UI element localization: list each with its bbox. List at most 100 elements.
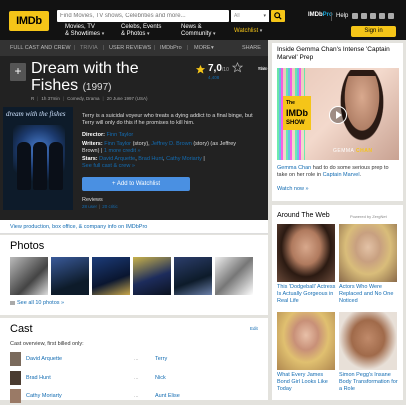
actor-photo[interactable] [10,389,21,403]
critic-reviews-link[interactable]: 20 critic [102,204,118,209]
search-box[interactable] [57,10,229,22]
twitter-icon[interactable] [388,13,394,19]
movie-poster[interactable]: dream with the fishes [3,107,73,210]
subnav-trivia[interactable]: TRIVIA [80,45,98,51]
promo-movie-link[interactable]: Captain Marvel [323,172,360,178]
star-outline-icon [232,62,243,73]
rating-value: 7,0 [208,63,222,74]
menu-movies-line2: & Showtimes [65,31,101,37]
photo-thumbnail[interactable] [133,257,171,295]
genres[interactable]: Comedy, Drama [67,96,99,101]
writers-row: Writers: Finn Taylor (story), Jeffrey D.… [82,141,264,155]
twitch-icon[interactable] [379,13,385,19]
full-cast-link[interactable]: See full cast & crew » [82,163,135,169]
ad-caption[interactable]: Simon Pegg's Insane Body Transformation … [339,372,399,393]
play-icon[interactable] [329,106,347,124]
table-row: Brad Hunt ... Nick [10,369,260,387]
more-credits-link[interactable]: 1 more credit » [104,148,141,154]
promo-video-thumbnail[interactable]: The IMDb SHOW GEMMA CHAN [277,68,399,160]
ad-thumbnail[interactable] [277,312,335,370]
menu-movies-tv[interactable]: Movies, TV & Showtimes ▾ [65,24,104,38]
facebook-icon[interactable] [361,13,367,19]
photo-thumbnail[interactable] [51,257,89,295]
search-button[interactable] [271,10,285,22]
director-row: Director: Finn Taylor [82,132,264,139]
cast-ellipsis: ... [134,393,139,399]
star-link[interactable]: David Arquette [99,156,135,162]
menu-celebs[interactable]: Celebs, Events & Photos ▾ [121,24,161,38]
photo-thumbnail[interactable] [10,257,48,295]
plus-icon: + [14,64,22,78]
menu-news[interactable]: News & Community ▾ [181,24,216,38]
promo-person-link[interactable]: Gemma Chan [277,165,311,171]
cast-ellipsis: ... [134,356,139,362]
rating-max: /10 [221,67,229,73]
movie-year[interactable]: (1997) [83,82,112,93]
production-info-link[interactable]: View production, box office, & company i… [10,224,147,230]
imdb-show-line3: SHOW [286,120,305,126]
rating-count[interactable]: 4,408 [208,75,219,80]
menu-watchlist[interactable]: Watchlist ▾ [234,28,262,35]
release-date[interactable]: 20 June 1997 (USA) [107,96,148,101]
menu-celebs-line2: & Photos [121,31,146,37]
watch-now-link[interactable]: Watch now » [277,186,309,192]
powered-by[interactable]: Powered by ZergNet [350,214,387,219]
writers-label: Writers: [82,141,103,147]
writer-note: (story) (as Jeffrey [193,141,236,147]
subnav-user-reviews[interactable]: USER REVIEWS [109,45,151,51]
imdb-logo[interactable]: IMDb [9,11,49,31]
ad-caption[interactable]: This 'Dodgeball' Actress Is Actually Gor… [277,284,337,305]
instagram-icon[interactable] [370,13,376,19]
ad-thumbnail[interactable] [339,312,397,370]
promo-title[interactable]: Inside Gemma Chan's Intense 'Captain Mar… [277,46,399,62]
actor-photo[interactable] [10,352,21,366]
promo-name-last: CHAN [356,148,373,154]
star-icon [195,64,206,74]
writer-link[interactable]: Finn Taylor [104,141,131,147]
subnav-full-cast[interactable]: FULL CAST AND CREW [10,45,71,51]
table-row: David Arquette ... Terry [10,350,260,368]
around-the-web-title: Around The Web [277,212,330,219]
search-input[interactable] [57,10,229,22]
actor-link[interactable]: Brad Hunt [26,375,51,381]
ad-thumbnail[interactable] [277,224,335,282]
actor-link[interactable]: Cathy Moriarty [26,393,62,399]
character-link[interactable]: Aunt Elise [155,393,180,399]
chevron-down-icon: ▾ [147,31,150,37]
subnav-share[interactable]: SHARE [242,45,261,51]
photo-thumbnail[interactable] [174,257,212,295]
ad-caption[interactable]: What Every James Bond Girl Looks Like To… [277,372,337,393]
star-link[interactable]: Brad Hunt [138,156,163,162]
rating-value-wrap: 7,0/10 [208,63,229,74]
director-link[interactable]: Finn Taylor [106,132,133,138]
ad-caption[interactable]: Actors Who Were Replaced and No One Noti… [339,284,399,305]
menu-news-line1: News & [181,24,202,30]
help-link[interactable]: Help [336,13,348,19]
search-category-select[interactable]: All ▾ [231,10,269,22]
subnav-divider: | [103,45,105,51]
see-all-photos-link[interactable]: See all 10 photos » [10,300,64,306]
production-info-bar: View production, box office, & company i… [0,220,268,234]
user-reviews-link[interactable]: 28 user [82,204,97,209]
cast-edit-link[interactable]: Edit [250,326,258,331]
subnav-more[interactable]: MORE [194,45,211,51]
subnav-imdbpro[interactable]: IMDbPro [160,45,182,51]
character-link[interactable]: Nick [155,375,166,381]
imdb-app-icon[interactable] [352,13,358,19]
stars-label: Stars: [82,156,98,162]
reviews-label: Reviews [82,197,103,203]
add-to-watchlist-ribbon[interactable]: + [10,63,26,81]
signin-button[interactable]: Sign in [351,26,396,37]
ad-thumbnail[interactable] [339,224,397,282]
actor-photo[interactable] [10,371,21,385]
character-link[interactable]: Terry [155,356,167,362]
movie-title: Dream with the Fishes (1997) [31,60,191,96]
imdbpro-link[interactable]: IMDbPro [308,12,333,18]
search-icon [274,12,282,20]
writer-link[interactable]: Jeffrey D. Brown [151,141,192,147]
star-link[interactable]: Cathy Moriarty [166,156,202,162]
actor-link[interactable]: David Arquette [26,356,62,362]
add-to-watchlist-button[interactable]: + Add to Watchlist [82,177,190,191]
photo-thumbnail[interactable] [92,257,130,295]
photo-thumbnail[interactable] [215,257,253,295]
